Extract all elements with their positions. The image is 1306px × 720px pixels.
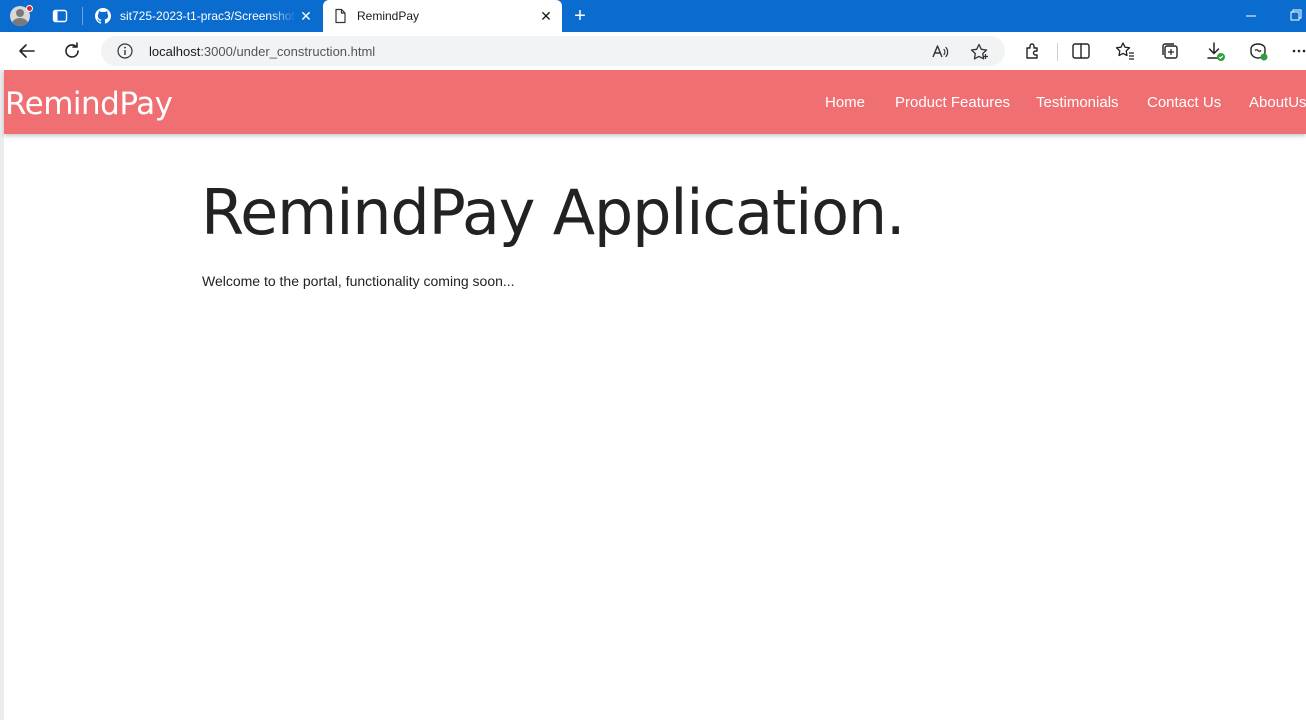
browser-title-bar: sit725-2023-t1-prac3/Screenshot ✕ Remind… xyxy=(0,0,1306,32)
viewport-edge xyxy=(0,70,4,720)
nav-product-features[interactable]: Product Features xyxy=(895,94,1010,111)
site-navbar: RemindPay Home Product Features Testimon… xyxy=(4,70,1306,134)
tab-title: RemindPay xyxy=(357,9,420,23)
close-tab-icon[interactable]: ✕ xyxy=(538,8,554,24)
nav-contact-us[interactable]: Contact Us xyxy=(1147,94,1221,111)
restore-icon[interactable] xyxy=(1290,9,1302,21)
more-options-icon[interactable] xyxy=(1288,40,1306,62)
url-path: :3000/under_construction.html xyxy=(200,44,376,59)
tab-github[interactable]: sit725-2023-t1-prac3/Screenshot ✕ xyxy=(86,0,322,32)
nav-about-us[interactable]: AboutUs xyxy=(1249,94,1306,111)
read-aloud-icon[interactable] xyxy=(930,42,950,62)
downloads-icon[interactable] xyxy=(1204,40,1226,62)
favorites-icon[interactable] xyxy=(1114,40,1136,62)
url-text[interactable]: localhost:3000/under_construction.html xyxy=(149,44,375,59)
new-tab-icon[interactable]: + xyxy=(570,6,590,26)
minimize-icon[interactable] xyxy=(1243,6,1259,26)
collections-icon[interactable] xyxy=(1159,40,1181,62)
page-icon xyxy=(335,8,346,24)
tab-title: sit725-2023-t1-prac3/Screenshot xyxy=(120,9,295,23)
welcome-message: Welcome to the portal, functionality com… xyxy=(202,273,515,289)
page-viewport: RemindPay Home Product Features Testimon… xyxy=(0,70,1306,720)
refresh-icon[interactable] xyxy=(61,40,83,62)
close-tab-icon[interactable]: ✕ xyxy=(298,8,314,24)
extensions-icon[interactable] xyxy=(1022,40,1044,62)
nav-home[interactable]: Home xyxy=(825,94,865,111)
nav-testimonials[interactable]: Testimonials xyxy=(1036,94,1119,111)
url-host: localhost xyxy=(149,44,201,59)
toolbar-separator xyxy=(1057,43,1058,61)
tab-remindpay[interactable]: RemindPay ✕ xyxy=(323,0,562,32)
back-arrow-icon[interactable] xyxy=(16,40,38,62)
site-info-icon[interactable] xyxy=(117,43,133,59)
tab-separator xyxy=(82,7,83,25)
brand-logo[interactable]: RemindPay xyxy=(5,86,173,122)
profile-avatar-icon[interactable] xyxy=(9,5,33,27)
browser-toolbar: localhost:3000/under_construction.html xyxy=(0,32,1306,70)
browser-essentials-icon[interactable] xyxy=(1247,40,1269,62)
page-heading: RemindPay Application. xyxy=(201,176,906,249)
github-icon xyxy=(95,8,111,24)
address-bar[interactable]: localhost:3000/under_construction.html xyxy=(101,36,1005,66)
add-favorite-icon[interactable] xyxy=(969,42,989,62)
tab-actions-icon[interactable] xyxy=(52,8,68,24)
split-screen-icon[interactable] xyxy=(1070,40,1092,62)
